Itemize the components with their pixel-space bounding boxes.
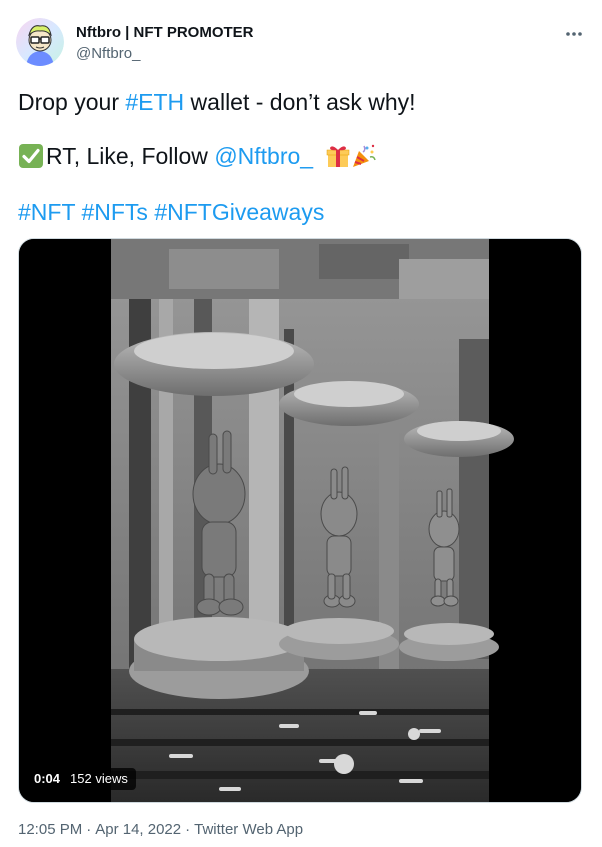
white-check-mark-emoji bbox=[19, 144, 43, 168]
hashtag-nfts-link[interactable]: #NFTs bbox=[81, 199, 147, 225]
more-dots-icon bbox=[566, 32, 582, 36]
avatar[interactable] bbox=[16, 18, 64, 66]
video-timestamp: 0:04 bbox=[34, 771, 61, 786]
tweet-time[interactable]: 12:05 PM bbox=[18, 821, 82, 838]
video-time-views-badge: 0:04 152 views bbox=[26, 768, 136, 790]
tweet-text-line-1: Drop your #ETH wallet - don’t ask why! bbox=[18, 88, 416, 116]
meta-separator: · bbox=[86, 821, 92, 838]
party-popper-emoji bbox=[353, 144, 376, 167]
tweet-date[interactable]: Apr 14, 2022 bbox=[95, 821, 181, 838]
hashtag-nftgiveaways-link[interactable]: #NFTGiveaways bbox=[154, 199, 324, 225]
mention-nftbro-link[interactable]: @Nftbro_ bbox=[214, 142, 313, 170]
author-block: Nftbro | NFT PROMOTER @Nftbro_ bbox=[76, 24, 254, 64]
tweet-source[interactable]: Twitter Web App bbox=[194, 821, 303, 838]
video-frame bbox=[19, 239, 581, 802]
tweet-text-rt-like-follow: RT, Like, Follow bbox=[46, 143, 215, 169]
author-display-name[interactable]: Nftbro | NFT PROMOTER bbox=[76, 24, 254, 42]
meta-separator: · bbox=[185, 821, 191, 838]
gift-emoji bbox=[326, 146, 350, 167]
hashtag-eth-link[interactable]: #ETH bbox=[125, 89, 184, 115]
more-options-button[interactable] bbox=[562, 24, 586, 44]
tweet-meta: 12:05 PM · Apr 14, 2022 · Twitter Web App bbox=[18, 820, 303, 840]
author-handle[interactable]: @Nftbro_ bbox=[76, 44, 254, 64]
tweet-text-line-2: RT, Like, Follow @Nftbro_ bbox=[18, 142, 377, 170]
video-views: 152 views bbox=[70, 771, 128, 786]
tweet: Nftbro | NFT PROMOTER @Nftbro_ Drop your… bbox=[0, 0, 602, 847]
hashtag-nft-link[interactable]: #NFT bbox=[18, 199, 75, 225]
tweet-text-suffix: wallet - don’t ask why! bbox=[184, 89, 416, 115]
tweet-hashtags-line: #NFT #NFTs #NFTGiveaways bbox=[18, 198, 324, 226]
video-player[interactable] bbox=[18, 238, 582, 803]
tweet-text-prefix: Drop your bbox=[18, 89, 126, 115]
